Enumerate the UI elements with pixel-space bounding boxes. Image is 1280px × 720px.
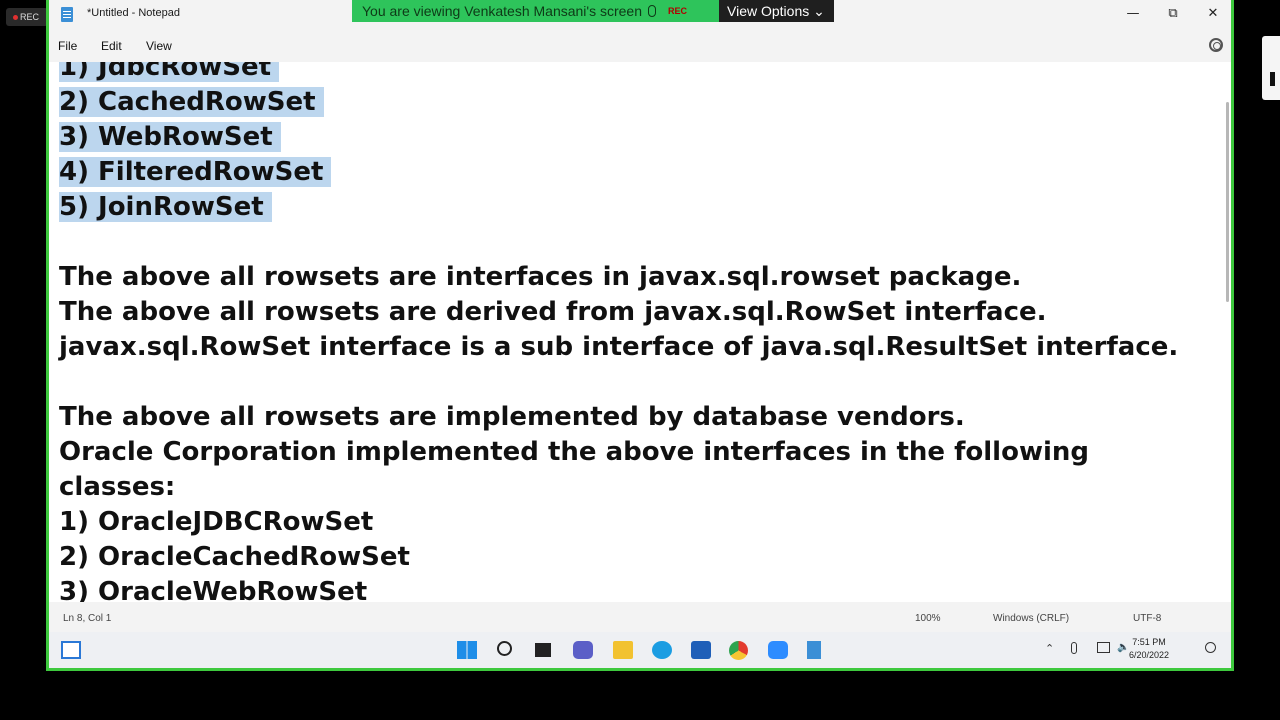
viewing-text: You are viewing Venkatesh Mansani's scre… [362,3,642,19]
notification-icon[interactable] [1205,642,1216,653]
editor-line-text: 2) CachedRowSet [59,87,324,117]
chevron-up-icon[interactable]: ⌃ [1045,642,1054,655]
editor-content: 1) JdbcRowSet 2) CachedRowSet 3) WebRowSet… [59,62,1178,602]
editor-line-text: The above all rowsets are interfaces in … [59,262,1022,292]
clock-date: 6/20/2022 [1128,650,1170,660]
editor-line-text: 5) JoinRowSet [59,192,272,222]
editor-line-text: 1) OracleJDBCRowSet [59,507,374,537]
editor-line-text: 3) WebRowSet [59,122,281,152]
editor-line: 3) OracleWebRowSet [59,575,1178,602]
banner-rec-label: REC [668,6,688,16]
store-icon[interactable] [691,641,711,659]
menu-edit[interactable]: Edit [101,39,122,53]
editor-line: The above all rowsets are implemented by… [59,400,1178,435]
editor-line: 4) FilteredRowSet [59,155,1178,190]
menu-bar: File Edit View [49,30,1231,62]
chat-icon[interactable] [573,641,593,659]
side-panel-handle[interactable] [1262,36,1280,100]
file-explorer-icon[interactable] [613,641,633,659]
cursor-position: Ln 8, Col 1 [63,613,112,624]
search-icon[interactable] [497,641,512,656]
menu-view[interactable]: View [146,39,172,53]
editor-line: 2) CachedRowSet [59,85,1178,120]
editor-line-text: 3) OracleWebRowSet [59,577,368,602]
taskbar: ⌃ 🔈 7:51 PM 6/20/2022 [49,632,1231,668]
menu-file[interactable]: File [58,39,77,53]
editor-line-text: The above all rowsets are derived from j… [59,297,1047,327]
shared-screen-frame: *Untitled - Notepad — ⧉ ✕ File Edit View… [46,0,1234,671]
notepad-taskbar-icon[interactable] [807,641,821,659]
line-ending: Windows (CRLF) [993,613,1070,624]
editor-line: javax.sql.RowSet interface is a sub inte… [59,330,1178,365]
task-view-icon[interactable] [535,643,551,657]
text-editor[interactable]: 1) JdbcRowSet 2) CachedRowSet 3) WebRowSet… [49,62,1231,602]
editor-line-text: The above all rowsets are implemented by… [59,402,965,432]
clock-time: 7:51 PM [1132,637,1166,647]
close-button[interactable]: ✕ [1193,0,1233,26]
network-icon[interactable] [1097,642,1110,653]
editor-line-text: Oracle Corporation implemented the above… [59,437,1089,467]
editor-line: Oracle Corporation implemented the above… [59,435,1178,470]
editor-line: 1) JdbcRowSet [59,62,1178,85]
screen-share-banner: You are viewing Venkatesh Mansani's scre… [352,0,834,22]
minimize-button[interactable]: — [1113,0,1153,26]
vertical-scrollbar[interactable] [1226,102,1229,302]
editor-line-text: 4) FilteredRowSet [59,157,332,187]
view-options-button[interactable]: View Options ⌄ [719,0,834,22]
editor-line: The above all rowsets are derived from j… [59,295,1178,330]
widgets-icon[interactable] [61,641,81,659]
window-title: *Untitled - Notepad [87,7,180,19]
zoom-level: 100% [915,613,941,624]
status-bar: Ln 8, Col 1 100% Windows (CRLF) UTF-8 [49,602,1231,632]
editor-line: 5) JoinRowSet [59,190,1178,225]
viewing-banner: You are viewing Venkatesh Mansani's scre… [352,0,719,22]
settings-gear-icon[interactable] [1209,38,1223,52]
clock[interactable]: 7:51 PM 6/20/2022 [1119,636,1179,662]
editor-line-text: 2) OracleCachedRowSet [59,542,410,572]
zoom-icon[interactable] [768,641,788,659]
notepad-icon [61,7,73,22]
editor-line: The above all rowsets are interfaces in … [59,260,1178,295]
edge-icon[interactable] [652,641,672,659]
microphone-icon [648,5,656,17]
recording-badge: REC [6,8,48,26]
start-icon[interactable] [457,641,477,659]
editor-line-text: classes: [59,472,176,502]
encoding: UTF-8 [1133,613,1162,624]
chrome-icon[interactable] [729,641,748,660]
editor-line-text: 1) JdbcRowSet [59,62,280,82]
microphone-icon[interactable] [1071,642,1077,654]
editor-line: 2) OracleCachedRowSet [59,540,1178,575]
restore-button[interactable]: ⧉ [1153,0,1193,26]
editor-line-text: javax.sql.RowSet interface is a sub inte… [59,332,1179,362]
editor-line: classes: [59,470,1178,505]
editor-line: 1) OracleJDBCRowSet [59,505,1178,540]
editor-line: 3) WebRowSet [59,120,1178,155]
